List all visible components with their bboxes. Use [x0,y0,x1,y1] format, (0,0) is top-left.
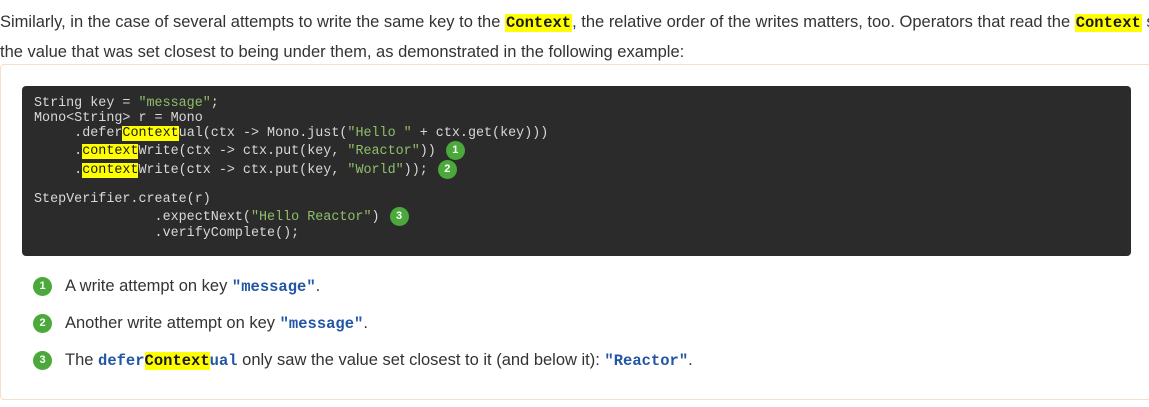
inline-code: "message" [231,278,316,296]
context-highlight: Context [1074,14,1142,32]
callout-number-badge: 2 [33,314,52,334]
code-text: )); [403,163,428,179]
inline-code-highlight: Context [144,352,210,370]
intro-text: Similarly, in the case of several attemp… [0,13,505,31]
code-line: StepVerifier.create(r) [34,192,211,207]
inline-code-defercontextual: deferContextual [98,352,238,370]
code-line: Mono<String> r = Mono [34,111,203,126]
callout-number-badge: 1 [33,277,52,297]
inline-code: "Reactor" [604,352,689,370]
callout-text: Another write attempt on key [65,314,280,332]
code-line: .deferContextual(ctx -> Mono.just("Hello… [34,126,1119,141]
callout-number-badge: 3 [33,351,52,371]
code-text: String key = [34,96,139,111]
code-text: ; [210,96,219,111]
code-line: .contextWrite(ctx -> ctx.put(key, "World… [34,160,1119,179]
intro-line-1: Similarly, in the case of several attemp… [0,8,1149,38]
callout-item-3: 3 The deferContextual only saw the value … [33,348,693,372]
code-string: "Hello " [347,126,412,141]
code-highlight: context [82,144,139,160]
code-line: .verifyComplete(); [34,226,300,241]
inline-code-part: defer [98,352,145,370]
intro-line-2: the value that was set closest to being … [0,43,685,61]
code-text: )) [419,144,436,160]
callout-text: A write attempt on key [65,277,232,295]
code-string: "Hello Reactor" [250,210,372,226]
intro-text: see [1142,13,1149,31]
callout-text: only saw the value set closest to it (an… [237,351,605,369]
callout-item-1: 1 A write attempt on key "message". [33,274,320,298]
code-text: ) [371,210,380,226]
callout-text: . [315,277,321,295]
code-line: String key = "message"; [34,96,1119,111]
code-text: . [34,163,83,179]
code-text: ual(ctx -> Mono.just( [178,126,348,141]
code-highlight: context [82,163,139,179]
code-text: Write(ctx -> ctx.put(key, [138,163,348,179]
code-text: + ctx.get(key))) [411,126,549,141]
code-highlight: Context [122,126,179,141]
callout-text: . [363,314,368,332]
code-block: String key = "message"; Mono<String> r =… [22,86,1131,256]
code-text: .expectNext( [34,210,251,226]
code-text: . [34,144,83,160]
listing-block: String key = "message"; Mono<String> r =… [0,64,1149,400]
callout-marker-2: 2 [437,160,457,179]
intro-paragraph: Similarly, in the case of several attemp… [0,8,1149,67]
code-line: .expectNext("Hello Reactor") 3 [34,207,1119,226]
callout-text: The [65,351,99,369]
code-text: Write(ctx -> ctx.put(key, [138,144,348,160]
callout-marker-3: 3 [389,207,409,226]
code-line: .contextWrite(ctx -> ctx.put(key, "React… [34,141,1119,160]
code-text: .defer [34,126,123,141]
inline-code: "message" [279,315,364,333]
code-string: "World" [347,163,404,179]
callout-text: . [688,351,693,369]
callout-marker-1: 1 [445,141,465,160]
intro-text: , the relative order of the writes matte… [572,13,1075,31]
context-highlight: Context [505,14,573,32]
code-string: "Reactor" [347,144,420,160]
code-string: "message" [138,96,211,111]
callout-item-2: 2 Another write attempt on key "message". [33,311,368,335]
inline-code-part: ual [209,352,238,370]
